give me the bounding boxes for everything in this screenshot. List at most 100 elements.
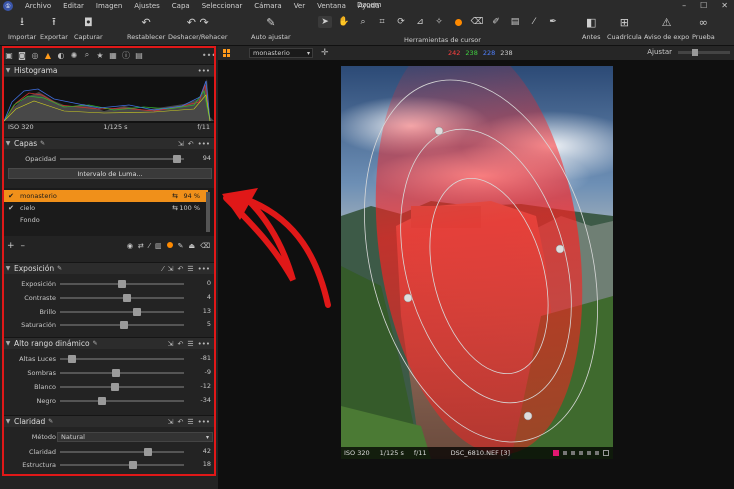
detail-tab-icon[interactable]: ✺	[69, 50, 79, 60]
layer-row-monasterio[interactable]: ✔ monasterio ⇆ 94 %	[4, 190, 208, 202]
pencil-icon[interactable]: ✎	[48, 418, 53, 425]
star-dot-icon[interactable]	[563, 451, 567, 455]
color-tab-icon[interactable]: ◐	[56, 50, 66, 60]
method-select[interactable]: Natural ▾	[57, 432, 213, 442]
capture-tab-icon[interactable]: ◙	[17, 50, 27, 60]
copy-icon[interactable]: ⇲	[178, 140, 184, 148]
clarity-slider[interactable]	[60, 448, 184, 456]
structure-slider[interactable]	[60, 461, 184, 469]
collapse-icon[interactable]: ▼	[4, 67, 12, 74]
slider-thumb[interactable]	[172, 155, 181, 163]
more-icon[interactable]: •••	[198, 140, 210, 148]
copy-icon[interactable]: ⇲	[168, 418, 174, 426]
search-tab-icon[interactable]: ⌕	[82, 50, 92, 60]
library-tab-icon[interactable]: ▣	[4, 50, 14, 60]
slider-thumb[interactable]	[110, 383, 119, 391]
collapse-icon[interactable]: ▼	[4, 418, 12, 425]
export-button[interactable]: ⭱ Exportar	[40, 15, 68, 42]
fill-icon[interactable]: ⏏	[188, 242, 195, 250]
collapse-icon[interactable]: ▼	[4, 265, 12, 272]
close-icon[interactable]: ✕	[721, 1, 728, 10]
lens-tab-icon[interactable]: ◎	[30, 50, 40, 60]
exposure-slider[interactable]	[60, 280, 184, 288]
eraser-icon[interactable]: ⌫	[470, 16, 484, 28]
star-dot-icon[interactable]	[595, 451, 599, 455]
clarity-value[interactable]: 42	[187, 447, 211, 455]
highlights-slider[interactable]	[60, 355, 184, 363]
layer-row-cielo[interactable]: ✔ cielo ⇆ 100 %	[4, 202, 208, 214]
move-icon[interactable]: ✛	[321, 48, 329, 58]
black-value[interactable]: -34	[187, 396, 211, 404]
slider-thumb[interactable]	[98, 397, 107, 405]
slider-thumb[interactable]	[122, 294, 131, 302]
menu-seleccionar[interactable]: Seleccionar	[196, 2, 249, 10]
minimize-icon[interactable]: –	[682, 1, 686, 10]
zoom-thumb[interactable]	[692, 49, 698, 56]
menu-ver[interactable]: Ver	[288, 2, 311, 10]
picker-icon[interactable]: ⁄	[162, 265, 163, 273]
eraser-icon[interactable]: ⌫	[200, 242, 210, 250]
reset-icon[interactable]: ↶	[188, 140, 194, 148]
undo-redo-button[interactable]: ↶ ↷ Deshacer/Rehacer	[168, 15, 228, 42]
exposure-tab-icon[interactable]: ▲	[43, 50, 53, 60]
more-icon[interactable]: •••	[198, 265, 210, 273]
more-icon[interactable]: •••	[202, 50, 216, 60]
batch-tab-icon[interactable]: ▤	[134, 50, 144, 60]
star-dot-icon[interactable]	[579, 451, 583, 455]
shadows-slider[interactable]	[60, 369, 184, 377]
copy-icon[interactable]: ⇲	[168, 265, 174, 273]
reset-button[interactable]: ↶ Restablecer	[127, 15, 165, 42]
crop-icon[interactable]: ⌗	[375, 16, 389, 28]
highlights-value[interactable]: -81	[187, 354, 211, 362]
grid-view-icon[interactable]	[223, 49, 231, 57]
structure-value[interactable]: 18	[187, 460, 211, 468]
list-icon[interactable]: ☰	[187, 265, 193, 273]
slider-thumb[interactable]	[68, 355, 77, 363]
saturation-value[interactable]: 5	[187, 320, 211, 328]
import-button[interactable]: ⭳ Importar	[8, 15, 36, 42]
menu-capa[interactable]: Capa	[166, 2, 196, 10]
slider-thumb[interactable]	[111, 369, 120, 377]
reset-icon[interactable]: ↶	[177, 265, 183, 273]
annotate-icon[interactable]: ✒	[546, 16, 560, 28]
rotate-icon[interactable]: ⟳	[394, 16, 408, 28]
variant-select[interactable]: monasterio ▾	[249, 48, 313, 58]
edit-icon[interactable]: ⁄	[149, 242, 150, 250]
auto-adjust-button[interactable]: ✎ Auto ajustar	[251, 15, 291, 42]
copy-icon[interactable]: ⇲	[168, 340, 174, 348]
list-icon[interactable]: ☰	[187, 340, 193, 348]
menu-ajustes[interactable]: Ajustes	[128, 2, 166, 10]
pointer-icon[interactable]: ➤	[318, 16, 332, 28]
hdr-section-header[interactable]: ▼ Alto rango dinámico ✎ ⇲ ↶ ☰ •••	[4, 337, 214, 349]
remove-layer-icon[interactable]: –	[21, 241, 26, 251]
hand-icon[interactable]: ✋	[337, 16, 351, 28]
black-slider[interactable]	[60, 397, 184, 405]
color-tag-icon[interactable]	[553, 450, 559, 456]
brightness-slider[interactable]	[60, 308, 184, 316]
menu-ventana[interactable]: Ventana	[311, 2, 352, 10]
more-icon[interactable]: •••	[198, 67, 210, 75]
more-icon[interactable]: •••	[198, 340, 210, 348]
star-dot-icon[interactable]	[571, 451, 575, 455]
reset-icon[interactable]: ↶	[177, 340, 183, 348]
exposure-warning-button[interactable]: ⚠ Aviso de expo	[644, 15, 689, 42]
swap-icon[interactable]: ⇄	[138, 242, 144, 250]
layers-scrollbar[interactable]	[206, 192, 210, 232]
gradient-icon[interactable]: ▥	[155, 242, 162, 250]
layer-row-fondo[interactable]: Fondo	[4, 214, 208, 226]
slider-thumb[interactable]	[144, 448, 153, 456]
before-button[interactable]: ◧ Antes	[582, 15, 601, 42]
add-layer-icon[interactable]: +	[7, 241, 15, 251]
gradient-icon[interactable]: ▤	[508, 16, 522, 28]
checkbox-icon[interactable]	[603, 450, 609, 456]
opacity-slider[interactable]	[60, 155, 184, 163]
white-slider[interactable]	[60, 383, 184, 391]
picker-icon[interactable]: ⁄	[527, 16, 541, 28]
keystone-icon[interactable]: ⊿	[413, 16, 427, 28]
slider-thumb[interactable]	[132, 308, 141, 316]
proof-button[interactable]: ∞ Prueba	[692, 15, 715, 42]
brightness-value[interactable]: 13	[187, 307, 211, 315]
menu-archivo[interactable]: Archivo	[19, 2, 57, 10]
radial-icon[interactable]	[166, 242, 173, 250]
menu-editar[interactable]: Editar	[57, 2, 90, 10]
